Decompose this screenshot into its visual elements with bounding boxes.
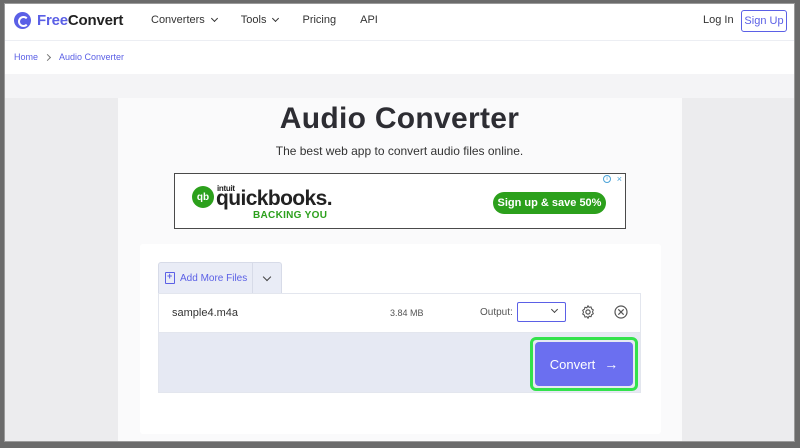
nav-pricing[interactable]: Pricing: [302, 14, 336, 26]
breadcrumb-home[interactable]: Home: [14, 52, 38, 62]
convert-label: Convert: [549, 356, 596, 372]
main-menu: Converters Tools Pricing API: [151, 14, 402, 26]
file-row: sample4.m4a 3.84 MB Output:: [158, 293, 641, 333]
ad-brand: quickbooks.: [216, 187, 333, 210]
remove-file-icon[interactable]: [613, 304, 629, 320]
add-more-files-label: Add More Files: [180, 272, 248, 284]
ad-cta-button[interactable]: Sign up & save 50%: [493, 192, 606, 214]
ad-tagline: BACKING YOU: [253, 210, 328, 221]
nav-api[interactable]: API: [360, 14, 378, 26]
file-add-icon: [165, 271, 175, 284]
freeconvert-logo-icon: [14, 12, 31, 29]
file-name: sample4.m4a: [172, 307, 239, 319]
file-size: 3.84 MB: [390, 308, 424, 318]
add-more-files-button[interactable]: Add More Files: [159, 263, 253, 293]
ad-info-icon[interactable]: i: [603, 175, 611, 183]
output-format-select[interactable]: [517, 302, 566, 322]
breadcrumb-bar: Home Audio Converter: [5, 40, 794, 74]
breadcrumb: Home Audio Converter: [14, 52, 124, 62]
chevron-down-icon: [272, 14, 280, 23]
add-files-bar: Add More Files: [158, 262, 282, 293]
nav-tools[interactable]: Tools: [241, 14, 280, 26]
gear-icon[interactable]: [580, 304, 596, 320]
page-title: Audio Converter: [279, 102, 520, 135]
nav-converters[interactable]: Converters: [151, 14, 218, 26]
arrow-right-icon: →: [604, 356, 619, 372]
freeconvert-logo[interactable]: FreeConvert: [14, 12, 123, 29]
chevron-right-icon: [43, 53, 52, 61]
breadcrumb-current[interactable]: Audio Converter: [59, 52, 124, 62]
browser-page: FreeConvert Converters Tools Pricing API…: [5, 4, 794, 441]
quickbooks-logo-icon: qb: [192, 186, 214, 208]
page-subtitle: The best web app to convert audio files …: [275, 144, 524, 158]
signup-button[interactable]: Sign Up: [741, 10, 787, 32]
top-nav: FreeConvert Converters Tools Pricing API…: [5, 4, 794, 40]
quickbooks-ad[interactable]: qb intuit quickbooks. BACKING YOU Sign u…: [174, 173, 626, 229]
output-label: Output:: [480, 307, 513, 318]
chevron-down-icon: [262, 272, 272, 281]
add-files-dropdown-button[interactable]: [253, 263, 281, 293]
convert-button[interactable]: Convert →: [535, 342, 633, 386]
login-link[interactable]: Log In: [703, 14, 734, 26]
chevron-down-icon: [550, 305, 559, 314]
ad-close-icon[interactable]: ×: [617, 174, 622, 184]
logo-text: FreeConvert: [37, 12, 124, 29]
chevron-down-icon: [210, 14, 218, 23]
